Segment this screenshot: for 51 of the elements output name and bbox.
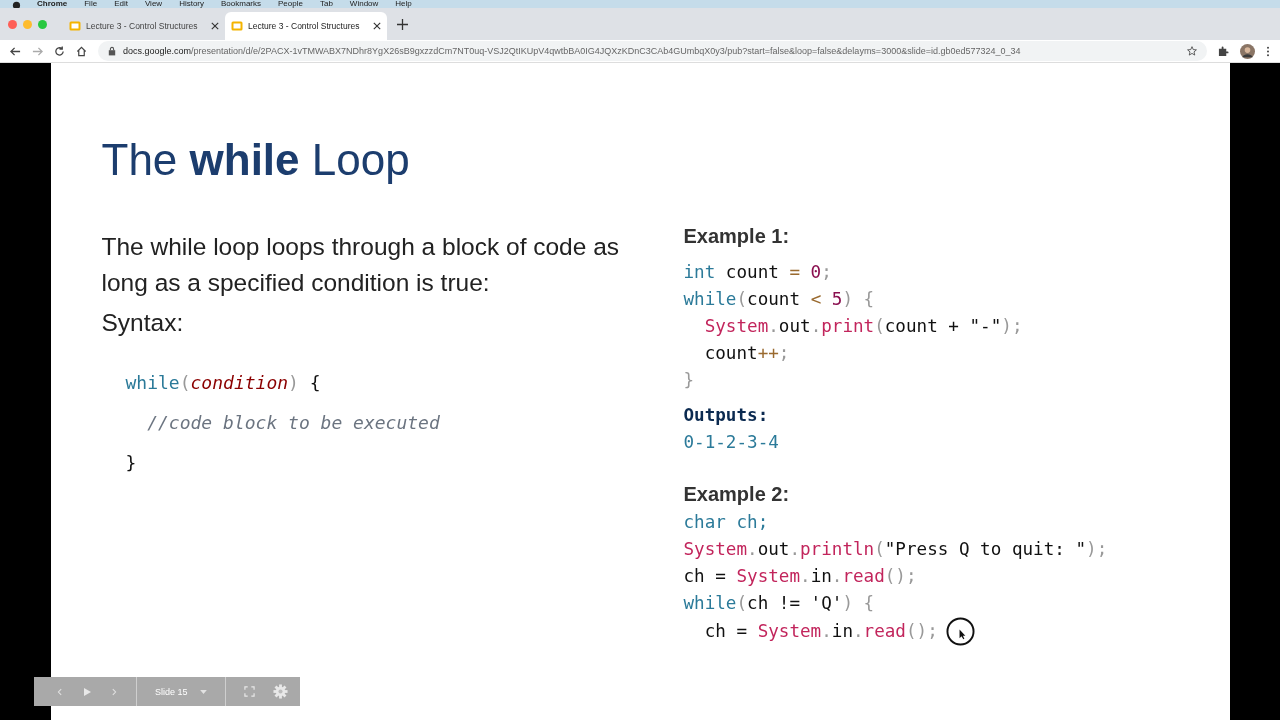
example-heading: Example 2: bbox=[683, 482, 791, 507]
code-line: char ch; bbox=[683, 511, 770, 534]
menu-item[interactable]: Chrome bbox=[37, 0, 68, 8]
code-line: int count = 0; bbox=[683, 261, 833, 284]
browser-tab[interactable]: Lecture 3 - Control Structures bbox=[225, 12, 387, 40]
intro-text: The while loop loops through a block of code as long as a specified condition is true: bbox=[101, 232, 621, 298]
home-icon[interactable] bbox=[76, 45, 87, 57]
menu-item[interactable]: Window bbox=[349, 0, 379, 8]
menu-item[interactable]: View bbox=[144, 0, 163, 8]
syntax-label: Syntax: bbox=[101, 309, 185, 337]
more-icon[interactable] bbox=[1266, 45, 1270, 57]
close-icon[interactable] bbox=[211, 22, 219, 30]
back-icon[interactable] bbox=[10, 45, 21, 57]
tab-title: Lecture 3 - Control Structures bbox=[248, 21, 361, 31]
puzzle-icon[interactable] bbox=[1218, 45, 1229, 57]
code-line: ch = System.in.read(); bbox=[683, 565, 918, 588]
code-line: //code block to be executed bbox=[146, 411, 441, 435]
url-text: docs.google.com/presentation/d/e/2PACX-1vTMWABX7NDhr8YgX26sB9gxzzdCm7NT0uq-VSJ2QtIKUpV4qwtbBA0IG4JQXzKDnC3CAb4GUmbqX0y3/pub?start=false&loop=false&delayms=3000&slide=id.gb0ed577324_0_34 bbox=[123, 46, 1022, 56]
mouse-cursor-icon bbox=[945, 617, 975, 646]
code-line: System.out.print(count + "-"); bbox=[703, 315, 1024, 338]
slides-icon bbox=[231, 20, 243, 32]
menu-item[interactable]: Tab bbox=[319, 0, 333, 8]
outputs-label: Outputs: bbox=[683, 404, 770, 427]
menu-item[interactable]: Help bbox=[395, 0, 412, 8]
code-line: ch = System.in.read(); bbox=[683, 617, 1108, 646]
example-heading: Example 1: bbox=[683, 224, 791, 249]
code-line: count++; bbox=[703, 342, 791, 365]
apple-icon[interactable] bbox=[12, 0, 21, 8]
tab-title: Lecture 3 - Control Structures bbox=[86, 21, 199, 31]
bookmark-star-icon[interactable] bbox=[1187, 46, 1197, 56]
code-line: while(condition) { bbox=[125, 371, 322, 395]
new-tab-icon[interactable] bbox=[397, 18, 408, 30]
code-line: } bbox=[125, 451, 138, 475]
menu-item[interactable]: People bbox=[278, 0, 303, 8]
avatar-icon[interactable] bbox=[1240, 43, 1255, 59]
code-line: } bbox=[683, 369, 696, 392]
menu-item[interactable]: History bbox=[179, 0, 204, 8]
slide-title: The while Loop bbox=[101, 135, 411, 185]
close-icon[interactable] bbox=[373, 22, 381, 30]
code-line: while(count < 5) { bbox=[683, 288, 876, 311]
reload-icon[interactable] bbox=[54, 45, 65, 57]
slides-icon bbox=[69, 20, 81, 32]
code-line: System.out.println("Press Q to quit: "); bbox=[683, 538, 1108, 561]
code-line: while(ch != 'Q') { bbox=[683, 592, 876, 615]
browser-tab[interactable]: Lecture 3 - Control Structures bbox=[63, 12, 225, 40]
output-text: 0-1-2-3-4 bbox=[683, 431, 780, 454]
menu-item[interactable]: Edit bbox=[114, 0, 128, 8]
menu-item[interactable]: File bbox=[84, 0, 98, 8]
lock-icon bbox=[108, 46, 116, 56]
address-field[interactable]: docs.google.com/presentation/d/e/2PACX-1vTMWABX7NDhr8YgX26sB9gxzzdCm7NT0uq-VSJ2QtIKUpV4qwtbBA0IG4JQXzKDnC3CAb4GUmbqX0y3/pub?start=false&loop=false&delayms=3000&slide=id.gb0ed577324_0_34 bbox=[98, 41, 1207, 61]
menu-item[interactable]: Bookmarks bbox=[221, 0, 262, 8]
